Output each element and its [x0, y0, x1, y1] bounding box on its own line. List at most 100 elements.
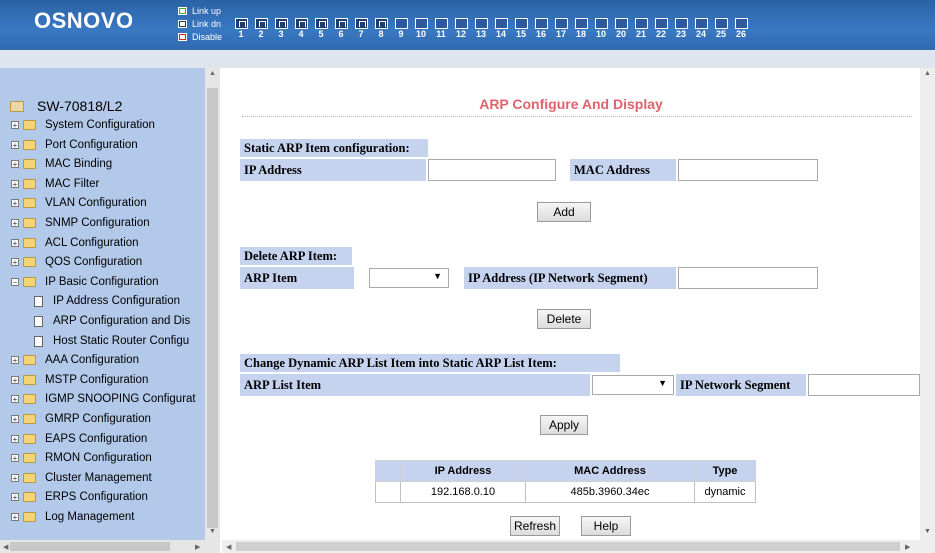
port-14[interactable]: 14 [492, 18, 510, 40]
port-6[interactable]: 6 [332, 18, 350, 40]
tree-item[interactable]: + IGMP SNOOPING Configurat [11, 393, 196, 405]
port-9[interactable]: 9 [392, 18, 410, 40]
expand-icon[interactable]: + [11, 141, 19, 150]
tree-item[interactable]: + VLAN Configuration [11, 197, 147, 209]
scroll-left-icon[interactable]: ◀ [3, 543, 8, 551]
port-18[interactable]: 18 [572, 18, 590, 40]
expand-icon[interactable]: + [11, 219, 19, 228]
tree-item[interactable]: + QOS Configuration [11, 256, 142, 268]
expand-icon[interactable]: + [11, 415, 19, 424]
tree-item[interactable]: + SNMP Configuration [11, 217, 150, 229]
tree-root[interactable]: SW-70818/L2 [10, 98, 122, 114]
port-2[interactable]: 2 [252, 18, 270, 40]
refresh-button[interactable]: Refresh [510, 516, 560, 536]
row-select-cell[interactable] [375, 481, 401, 503]
expand-icon[interactable]: + [11, 474, 19, 483]
tree-item[interactable]: + ACL Configuration [11, 237, 139, 249]
tree-item[interactable]: − IP Basic Configuration [11, 276, 159, 288]
port-7[interactable]: 7 [352, 18, 370, 40]
expand-icon[interactable]: + [11, 180, 19, 189]
static-ip-input[interactable] [428, 159, 556, 181]
port-16[interactable]: 16 [532, 18, 550, 40]
tree-item[interactable]: ARP Configuration and Dis [34, 315, 190, 327]
column-header: Type [694, 460, 756, 482]
tree-item[interactable]: + MSTP Configuration [11, 374, 148, 386]
port-13[interactable]: 13 [472, 18, 490, 40]
port-8[interactable]: 8 [372, 18, 390, 40]
tree-item[interactable]: + System Configuration [11, 119, 155, 131]
port-link-down-icon [714, 18, 728, 29]
port-17[interactable]: 17 [552, 18, 570, 40]
expand-icon[interactable]: + [11, 239, 19, 248]
nav-tree: SW-70818/L2 + System Configuration + Port C… [0, 68, 220, 540]
expand-icon[interactable]: + [11, 258, 19, 267]
static-mac-input[interactable] [678, 159, 818, 181]
port-4[interactable]: 4 [292, 18, 310, 40]
port-10[interactable]: 10 [412, 18, 430, 40]
port-19[interactable]: 10 [592, 18, 610, 40]
tree-item[interactable]: + Log Management [11, 511, 135, 523]
scroll-right-icon[interactable]: ▶ [195, 543, 200, 551]
expand-icon[interactable]: + [11, 493, 19, 502]
ip-network-segment-input[interactable] [808, 374, 920, 396]
expand-icon[interactable]: + [11, 160, 19, 169]
add-button[interactable]: Add [537, 202, 591, 222]
table-header-row: IP Address MAC Address Type [375, 460, 756, 482]
port-5[interactable]: 5 [312, 18, 330, 40]
main-hscroll-thumb[interactable] [236, 542, 900, 551]
delete-arp-item-select[interactable]: ▼ [369, 268, 449, 288]
tree-item[interactable]: + MAC Filter [11, 178, 99, 190]
expand-icon[interactable]: + [11, 395, 19, 404]
port-12[interactable]: 12 [452, 18, 470, 40]
scroll-left-icon[interactable]: ◀ [226, 543, 231, 551]
tree-item[interactable]: + MAC Binding [11, 158, 112, 170]
port-24[interactable]: 24 [692, 18, 710, 40]
expand-icon[interactable]: + [11, 376, 19, 385]
tree-item[interactable]: + GMRP Configuration [11, 413, 151, 425]
port-20[interactable]: 20 [612, 18, 630, 40]
expand-icon[interactable]: + [11, 454, 19, 463]
port-21[interactable]: 21 [632, 18, 650, 40]
port-25[interactable]: 25 [712, 18, 730, 40]
help-button[interactable]: Help [581, 516, 631, 536]
tree-item[interactable]: IP Address Configuration [34, 295, 180, 307]
delete-button[interactable]: Delete [537, 309, 591, 329]
tree-item[interactable]: + Port Configuration [11, 139, 138, 151]
expand-icon[interactable]: + [11, 513, 19, 522]
port-15[interactable]: 15 [512, 18, 530, 40]
expand-icon[interactable]: + [11, 199, 19, 208]
folder-icon [23, 257, 36, 267]
tree-item[interactable]: Host Static Router Configu [34, 335, 189, 347]
scroll-up-icon[interactable]: ▲ [924, 70, 931, 77]
port-1[interactable]: 1 [232, 18, 250, 40]
expand-icon[interactable]: + [11, 121, 19, 130]
port-link-up-icon [334, 18, 348, 29]
table-row[interactable]: 192.168.0.10 485b.3960.34ec dynamic [375, 481, 756, 503]
tree-item[interactable]: + ERPS Configuration [11, 491, 148, 503]
tree-scroll-thumb[interactable] [207, 88, 218, 528]
chevron-down-icon: ▼ [658, 378, 667, 388]
tree-item[interactable]: + EAPS Configuration [11, 433, 147, 445]
expand-icon[interactable]: + [11, 356, 19, 365]
scroll-right-icon[interactable]: ▶ [905, 543, 910, 551]
collapse-icon[interactable]: − [11, 278, 19, 287]
expand-icon[interactable]: + [11, 435, 19, 444]
port-22[interactable]: 22 [652, 18, 670, 40]
main-vertical-scrollbar[interactable] [920, 68, 935, 540]
delete-ip-input[interactable] [678, 267, 818, 289]
port-3[interactable]: 3 [272, 18, 290, 40]
tree-item[interactable]: + RMON Configuration [11, 452, 152, 464]
port-23[interactable]: 23 [672, 18, 690, 40]
port-number: 18 [575, 29, 586, 39]
tree-hscroll-thumb[interactable] [10, 542, 170, 551]
apply-button[interactable]: Apply [540, 415, 588, 435]
tree-item[interactable]: + AAA Configuration [11, 354, 139, 366]
port-11[interactable]: 11 [432, 18, 450, 40]
tree-item[interactable]: + Cluster Management [11, 472, 152, 484]
scroll-down-icon[interactable]: ▼ [209, 528, 216, 535]
port-26[interactable]: 26 [732, 18, 750, 40]
column-header: MAC Address [525, 460, 695, 482]
scroll-down-icon[interactable]: ▼ [924, 528, 931, 535]
arp-list-item-select[interactable]: ▼ [592, 375, 674, 395]
scroll-up-icon[interactable]: ▲ [209, 70, 216, 77]
